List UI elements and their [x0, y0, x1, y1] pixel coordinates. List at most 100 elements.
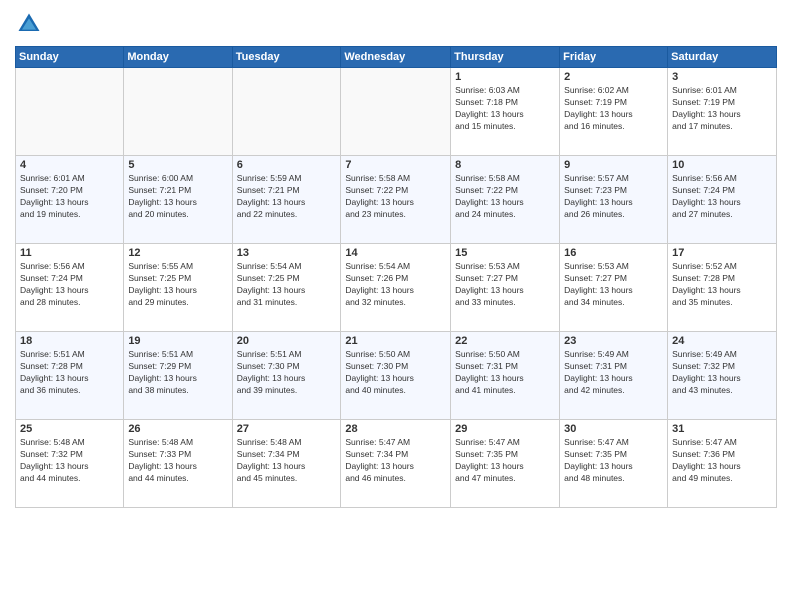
day-number: 21 [345, 335, 446, 347]
calendar-cell: 17Sunrise: 5:52 AM Sunset: 7:28 PM Dayli… [668, 244, 777, 332]
day-info: Sunrise: 5:48 AM Sunset: 7:32 PM Dayligh… [20, 437, 119, 485]
day-info: Sunrise: 5:52 AM Sunset: 7:28 PM Dayligh… [672, 261, 772, 309]
day-info: Sunrise: 6:00 AM Sunset: 7:21 PM Dayligh… [128, 173, 227, 221]
calendar-week-row: 11 Sunrise: 5:56 AM Sunset: 7:24 PM Dayli… [16, 244, 777, 332]
calendar-cell: 29Sunrise: 5:47 AM Sunset: 7:35 PM Dayli… [451, 420, 560, 508]
weekday-header: Tuesday [232, 47, 341, 68]
day-info: Sunrise: 5:48 AM Sunset: 7:34 PM Dayligh… [237, 437, 337, 485]
day-info: Sunrise: 5:48 AM Sunset: 7:33 PM Dayligh… [128, 437, 227, 485]
day-number: 8 [455, 159, 555, 171]
logo-icon [15, 10, 43, 38]
day-info: Sunrise: 5:47 AM Sunset: 7:35 PM Dayligh… [564, 437, 663, 485]
day-number: 14 [345, 247, 446, 259]
calendar-cell: 9 Sunrise: 5:57 AM Sunset: 7:23 PM Daylig… [560, 156, 668, 244]
day-number: 7 [345, 159, 446, 171]
day-info: Sunrise: 5:54 AM Sunset: 7:25 PM Dayligh… [237, 261, 337, 309]
day-number: 26 [128, 423, 227, 435]
day-info: Sunrise: 5:56 AM Sunset: 7:24 PM Dayligh… [672, 173, 772, 221]
calendar-cell: 20Sunrise: 5:51 AM Sunset: 7:30 PM Dayli… [232, 332, 341, 420]
calendar-cell: 31 Sunrise: 5:47 AM Sunset: 7:36 PM Dayli… [668, 420, 777, 508]
calendar-header-row: SundayMondayTuesdayWednesdayThursdayFrid… [16, 47, 777, 68]
day-info: Sunrise: 5:55 AM Sunset: 7:25 PM Dayligh… [128, 261, 227, 309]
day-number: 6 [237, 159, 337, 171]
day-info: Sunrise: 5:56 AM Sunset: 7:24 PM Dayligh… [20, 261, 119, 309]
day-number: 9 [564, 159, 663, 171]
day-info: Sunrise: 5:51 AM Sunset: 7:29 PM Dayligh… [128, 349, 227, 397]
day-number: 11 [20, 247, 119, 259]
weekday-header: Sunday [16, 47, 124, 68]
calendar-cell: 14 Sunrise: 5:54 AM Sunset: 7:26 PM Dayli… [341, 244, 451, 332]
day-info: Sunrise: 5:54 AM Sunset: 7:26 PM Dayligh… [345, 261, 446, 309]
day-info: Sunrise: 6:01 AM Sunset: 7:20 PM Dayligh… [20, 173, 119, 221]
calendar-cell: 10 Sunrise: 5:56 AM Sunset: 7:24 PM Dayli… [668, 156, 777, 244]
day-info: Sunrise: 5:58 AM Sunset: 7:22 PM Dayligh… [455, 173, 555, 221]
day-number: 19 [128, 335, 227, 347]
calendar-cell: 15 Sunrise: 5:53 AM Sunset: 7:27 PM Dayli… [451, 244, 560, 332]
day-number: 1 [455, 71, 555, 83]
logo [15, 10, 47, 38]
day-number: 16 [564, 247, 663, 259]
day-info: Sunrise: 5:51 AM Sunset: 7:28 PM Dayligh… [20, 349, 119, 397]
day-number: 18 [20, 335, 119, 347]
day-number: 4 [20, 159, 119, 171]
day-info: Sunrise: 5:50 AM Sunset: 7:30 PM Dayligh… [345, 349, 446, 397]
day-info: Sunrise: 5:47 AM Sunset: 7:36 PM Dayligh… [672, 437, 772, 485]
calendar-cell: 11 Sunrise: 5:56 AM Sunset: 7:24 PM Dayli… [16, 244, 124, 332]
calendar-cell: 30 Sunrise: 5:47 AM Sunset: 7:35 PM Dayli… [560, 420, 668, 508]
day-info: Sunrise: 6:03 AM Sunset: 7:18 PM Dayligh… [455, 85, 555, 133]
calendar-cell: 25 Sunrise: 5:48 AM Sunset: 7:32 PM Dayli… [16, 420, 124, 508]
day-info: Sunrise: 5:57 AM Sunset: 7:23 PM Dayligh… [564, 173, 663, 221]
calendar-cell: 26 Sunrise: 5:48 AM Sunset: 7:33 PM Dayli… [124, 420, 232, 508]
calendar-cell: 28 Sunrise: 5:47 AM Sunset: 7:34 PM Dayli… [341, 420, 451, 508]
day-number: 29 [455, 423, 555, 435]
calendar-week-row: 18 Sunrise: 5:51 AM Sunset: 7:28 PM Dayli… [16, 332, 777, 420]
calendar-week-row: 1 Sunrise: 6:03 AM Sunset: 7:18 PM Daylig… [16, 68, 777, 156]
day-info: Sunrise: 5:49 AM Sunset: 7:32 PM Dayligh… [672, 349, 772, 397]
day-number: 23 [564, 335, 663, 347]
day-number: 10 [672, 159, 772, 171]
calendar-cell: 22 Sunrise: 5:50 AM Sunset: 7:31 PM Dayli… [451, 332, 560, 420]
calendar-week-row: 25 Sunrise: 5:48 AM Sunset: 7:32 PM Dayli… [16, 420, 777, 508]
calendar-cell: 18 Sunrise: 5:51 AM Sunset: 7:28 PM Dayli… [16, 332, 124, 420]
page: SundayMondayTuesdayWednesdayThursdayFrid… [0, 0, 792, 612]
day-info: Sunrise: 6:02 AM Sunset: 7:19 PM Dayligh… [564, 85, 663, 133]
calendar-cell: 12Sunrise: 5:55 AM Sunset: 7:25 PM Dayli… [124, 244, 232, 332]
day-number: 25 [20, 423, 119, 435]
day-info: Sunrise: 5:58 AM Sunset: 7:22 PM Dayligh… [345, 173, 446, 221]
calendar-cell [124, 68, 232, 156]
day-info: Sunrise: 5:50 AM Sunset: 7:31 PM Dayligh… [455, 349, 555, 397]
calendar-cell: 6 Sunrise: 5:59 AM Sunset: 7:21 PM Daylig… [232, 156, 341, 244]
calendar-cell: 1 Sunrise: 6:03 AM Sunset: 7:18 PM Daylig… [451, 68, 560, 156]
day-number: 30 [564, 423, 663, 435]
weekday-header: Friday [560, 47, 668, 68]
weekday-header: Thursday [451, 47, 560, 68]
day-number: 24 [672, 335, 772, 347]
calendar-cell: 19 Sunrise: 5:51 AM Sunset: 7:29 PM Dayli… [124, 332, 232, 420]
day-number: 13 [237, 247, 337, 259]
day-info: Sunrise: 6:01 AM Sunset: 7:19 PM Dayligh… [672, 85, 772, 133]
calendar-table: SundayMondayTuesdayWednesdayThursdayFrid… [15, 46, 777, 508]
day-info: Sunrise: 5:59 AM Sunset: 7:21 PM Dayligh… [237, 173, 337, 221]
calendar-cell: 21 Sunrise: 5:50 AM Sunset: 7:30 PM Dayli… [341, 332, 451, 420]
calendar-cell: 23Sunrise: 5:49 AM Sunset: 7:31 PM Dayli… [560, 332, 668, 420]
day-number: 31 [672, 423, 772, 435]
day-number: 3 [672, 71, 772, 83]
day-number: 5 [128, 159, 227, 171]
day-number: 15 [455, 247, 555, 259]
day-number: 2 [564, 71, 663, 83]
calendar-cell [341, 68, 451, 156]
day-info: Sunrise: 5:53 AM Sunset: 7:27 PM Dayligh… [564, 261, 663, 309]
day-number: 28 [345, 423, 446, 435]
calendar-cell: 8 Sunrise: 5:58 AM Sunset: 7:22 PM Daylig… [451, 156, 560, 244]
calendar-cell: 2 Sunrise: 6:02 AM Sunset: 7:19 PM Daylig… [560, 68, 668, 156]
calendar-cell: 24 Sunrise: 5:49 AM Sunset: 7:32 PM Dayli… [668, 332, 777, 420]
calendar-cell: 27Sunrise: 5:48 AM Sunset: 7:34 PM Dayli… [232, 420, 341, 508]
day-number: 22 [455, 335, 555, 347]
day-info: Sunrise: 5:53 AM Sunset: 7:27 PM Dayligh… [455, 261, 555, 309]
calendar-cell: 16 Sunrise: 5:53 AM Sunset: 7:27 PM Dayli… [560, 244, 668, 332]
calendar-cell: 5 Sunrise: 6:00 AM Sunset: 7:21 PM Daylig… [124, 156, 232, 244]
day-info: Sunrise: 5:47 AM Sunset: 7:34 PM Dayligh… [345, 437, 446, 485]
calendar-cell [232, 68, 341, 156]
calendar-cell [16, 68, 124, 156]
calendar-cell: 7 Sunrise: 5:58 AM Sunset: 7:22 PM Daylig… [341, 156, 451, 244]
